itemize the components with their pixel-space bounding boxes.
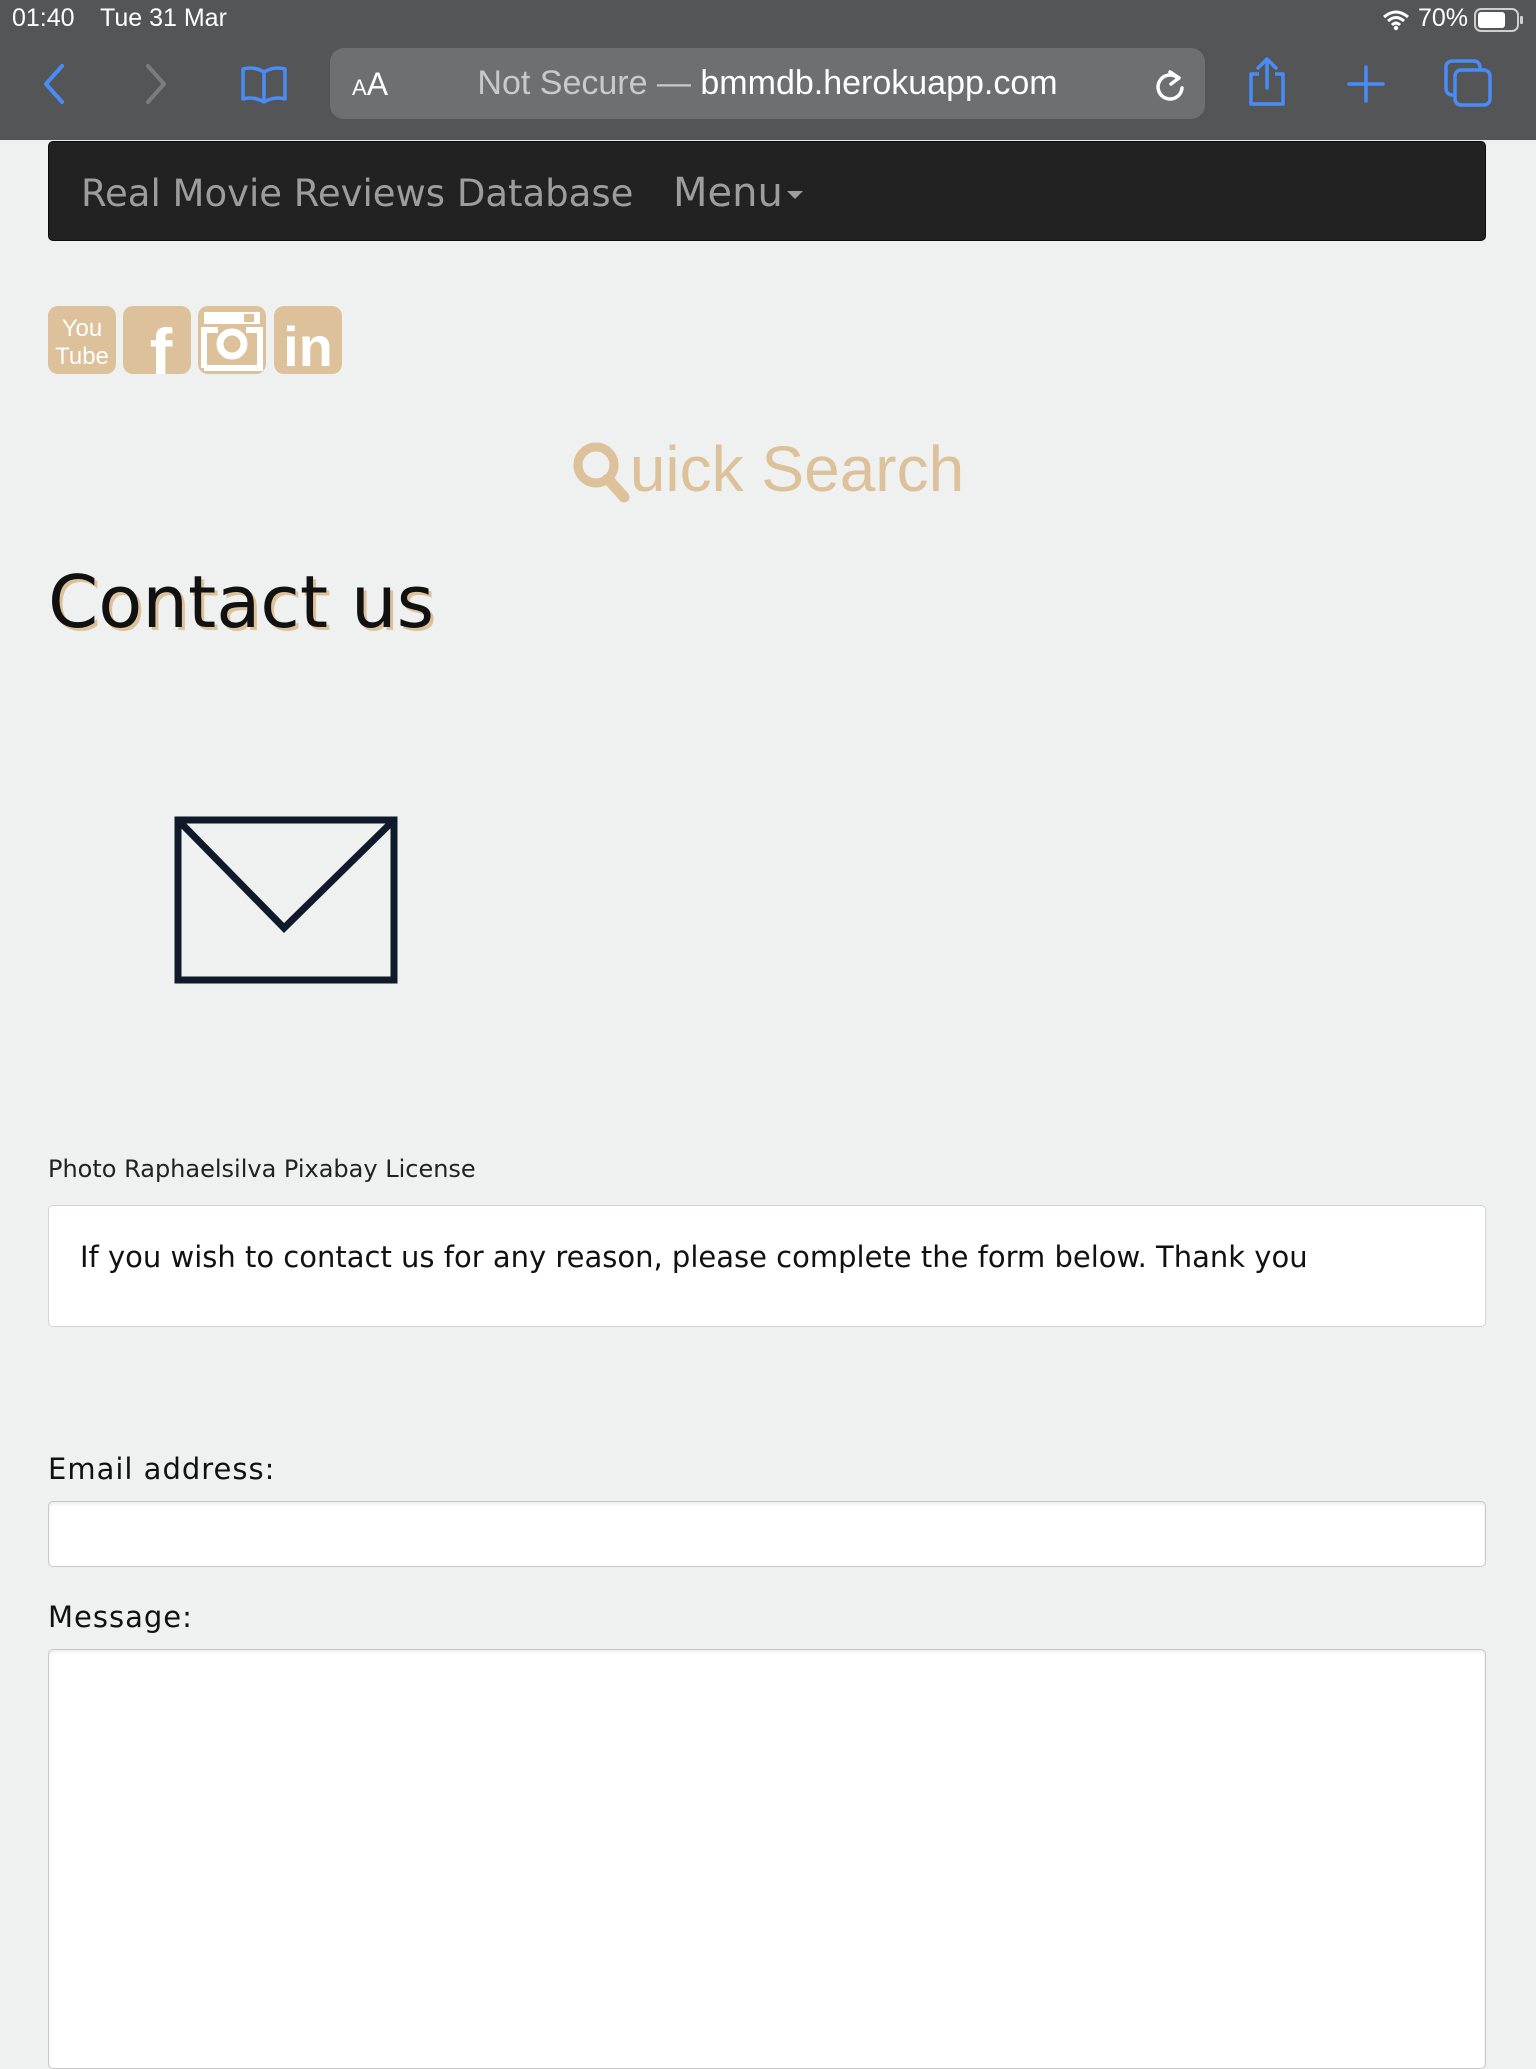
menu-dropdown[interactable]: Menu <box>673 170 803 216</box>
url-domain: bmmdb.herokuapp.com <box>700 64 1058 102</box>
reload-icon[interactable] <box>1152 66 1188 104</box>
message-label: Message: <box>48 1600 193 1634</box>
quick-search-label: uick Search <box>629 433 965 505</box>
new-tab-icon[interactable] <box>1346 64 1386 104</box>
back-icon[interactable] <box>40 62 70 106</box>
share-icon[interactable] <box>1246 56 1288 108</box>
navbar-brand[interactable]: Real Movie Reviews Database <box>81 172 633 215</box>
forward-icon[interactable] <box>140 62 170 106</box>
address-bar[interactable]: AA Not Secure — bmmdb.herokuapp.com <box>330 48 1205 119</box>
svg-text:in: in <box>283 315 333 374</box>
info-text: If you wish to contact us for any reason… <box>80 1240 1308 1274</box>
svg-text:You: You <box>62 315 103 342</box>
message-field[interactable] <box>48 1649 1486 2069</box>
status-date: Tue 31 Mar <box>100 4 227 32</box>
bookmarks-icon[interactable] <box>240 64 288 104</box>
svg-text:f: f <box>150 315 173 374</box>
search-icon <box>572 441 630 518</box>
instagram-icon[interactable] <box>198 306 266 374</box>
facebook-icon[interactable]: f <box>123 306 191 374</box>
envelope-icon <box>174 816 398 984</box>
url-display[interactable]: Not Secure — bmmdb.herokuapp.com <box>330 64 1205 103</box>
site-navbar: Real Movie Reviews Database Menu <box>48 141 1486 241</box>
page-title: Contact us <box>48 560 435 644</box>
tabs-icon[interactable] <box>1443 58 1493 108</box>
email-field[interactable] <box>48 1501 1486 1567</box>
caret-down-icon <box>786 191 803 199</box>
info-panel: If you wish to contact us for any reason… <box>48 1205 1486 1327</box>
menu-label: Menu <box>673 170 783 216</box>
linkedin-icon[interactable]: in <box>274 306 342 374</box>
youtube-icon[interactable]: You Tube <box>48 306 116 374</box>
quick-search-link[interactable]: uick Search <box>0 432 1536 518</box>
wifi-icon <box>1383 10 1409 31</box>
security-label: Not Secure — <box>477 64 691 102</box>
image-caption: Photo Raphaelsilva Pixabay License <box>48 1155 476 1183</box>
battery-percent: 70% <box>1418 4 1469 32</box>
browser-chrome: 01:40 Tue 31 Mar 70% AA Not Secure — bmm… <box>0 0 1536 140</box>
svg-text:Tube: Tube <box>55 343 109 370</box>
battery-icon <box>1474 8 1523 32</box>
email-label: Email address: <box>48 1452 276 1486</box>
status-time: 01:40 <box>12 4 75 32</box>
